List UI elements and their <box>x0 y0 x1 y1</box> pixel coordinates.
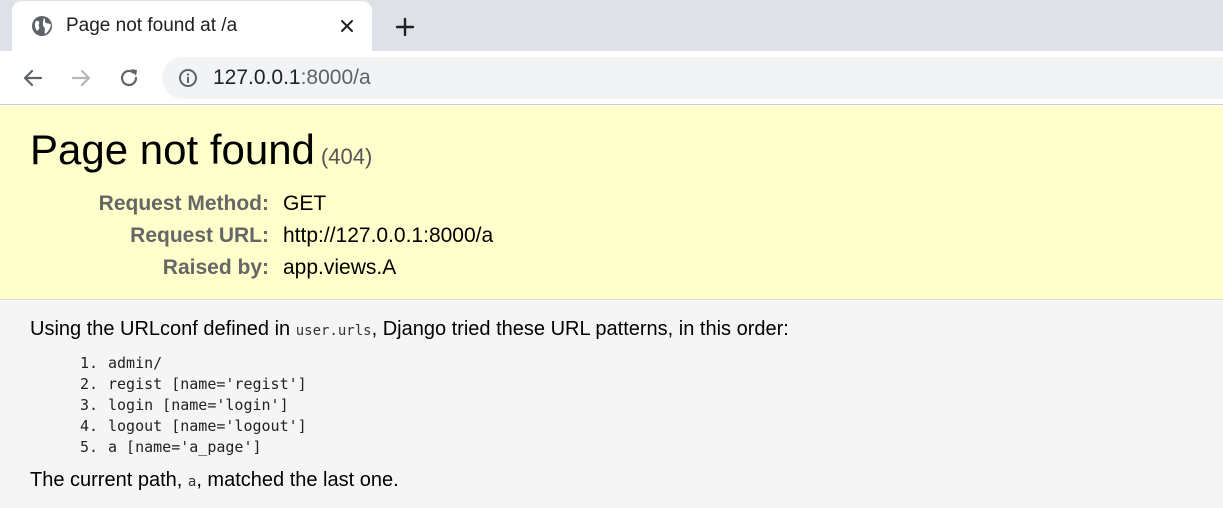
forward-button[interactable] <box>68 65 94 91</box>
list-item: 5. a [name='a_page'] <box>80 437 307 458</box>
urlconf-intro: Using the URLconf defined in user.urls, … <box>30 318 789 341</box>
pattern-text: a [name='a_page'] <box>108 438 262 456</box>
tab-title: Page not found at /a <box>66 15 238 36</box>
list-number: 4. <box>80 417 99 435</box>
arrow-right-icon <box>71 69 91 87</box>
meta-row-raised-by: Raised by: app.views.A <box>0 256 700 286</box>
reload-icon <box>120 69 138 87</box>
meta-value: GET <box>283 192 327 215</box>
list-item: 2. regist [name='regist'] <box>80 374 307 395</box>
page-title-text: Page not found <box>30 126 315 173</box>
address-bar[interactable]: 127.0.0.1:8000/a <box>162 57 1223 99</box>
url-pattern-list: 1. admin/ 2. regist [name='regist'] 3. logi… <box>80 353 307 458</box>
arrow-left-icon <box>23 69 43 87</box>
globe-icon <box>30 14 54 38</box>
new-tab-button[interactable] <box>392 14 418 40</box>
list-number: 3. <box>80 396 99 414</box>
browser-tab[interactable]: Page not found at /a <box>12 1 372 51</box>
pattern-text: logout [name='logout'] <box>108 417 307 435</box>
close-icon[interactable] <box>336 15 358 37</box>
intro-text: Using the URLconf defined in <box>30 318 296 340</box>
error-summary: Page not found (404) Request Method: GET … <box>0 106 1223 300</box>
current-text-after: , matched the last one. <box>196 469 399 491</box>
meta-row-request-url: Request URL: http://127.0.0.1:8000/a <box>0 224 700 254</box>
page-title: Page not found (404) <box>30 126 372 174</box>
address-url[interactable]: 127.0.0.1:8000/a <box>213 66 371 90</box>
list-number: 1. <box>80 354 99 372</box>
list-number: 2. <box>80 375 99 393</box>
meta-label: Request URL: <box>130 224 269 247</box>
url-path: :8000/a <box>300 66 371 89</box>
list-item: 4. logout [name='logout'] <box>80 416 307 437</box>
list-number: 5. <box>80 438 99 456</box>
url-host: 127.0.0.1 <box>213 66 301 89</box>
meta-label: Request Method: <box>98 192 269 215</box>
plus-icon <box>395 17 415 37</box>
pattern-text: regist [name='regist'] <box>108 375 307 393</box>
reload-button[interactable] <box>116 65 142 91</box>
pattern-text: login [name='login'] <box>108 396 289 414</box>
list-item: 1. admin/ <box>80 353 307 374</box>
meta-label: Raised by: <box>162 256 269 279</box>
current-path-note: The current path, a, matched the last on… <box>30 469 399 492</box>
back-button[interactable] <box>20 65 46 91</box>
info-icon[interactable] <box>178 68 198 88</box>
meta-row-request-method: Request Method: GET <box>0 192 700 222</box>
status-code: (404) <box>320 144 373 169</box>
browser-toolbar: 127.0.0.1:8000/a <box>0 51 1223 105</box>
tab-strip: Page not found at /a <box>0 0 1223 51</box>
urlconf-name: user.urls <box>295 323 372 339</box>
intro-text-after: , Django tried these URL patterns, in th… <box>371 318 789 340</box>
list-item: 3. login [name='login'] <box>80 395 307 416</box>
meta-value: app.views.A <box>283 256 397 279</box>
error-info: Using the URLconf defined in user.urls, … <box>0 301 1223 508</box>
meta-value: http://127.0.0.1:8000/a <box>283 224 494 247</box>
pattern-text: admin/ <box>108 354 163 372</box>
current-text: The current path, <box>30 469 188 491</box>
